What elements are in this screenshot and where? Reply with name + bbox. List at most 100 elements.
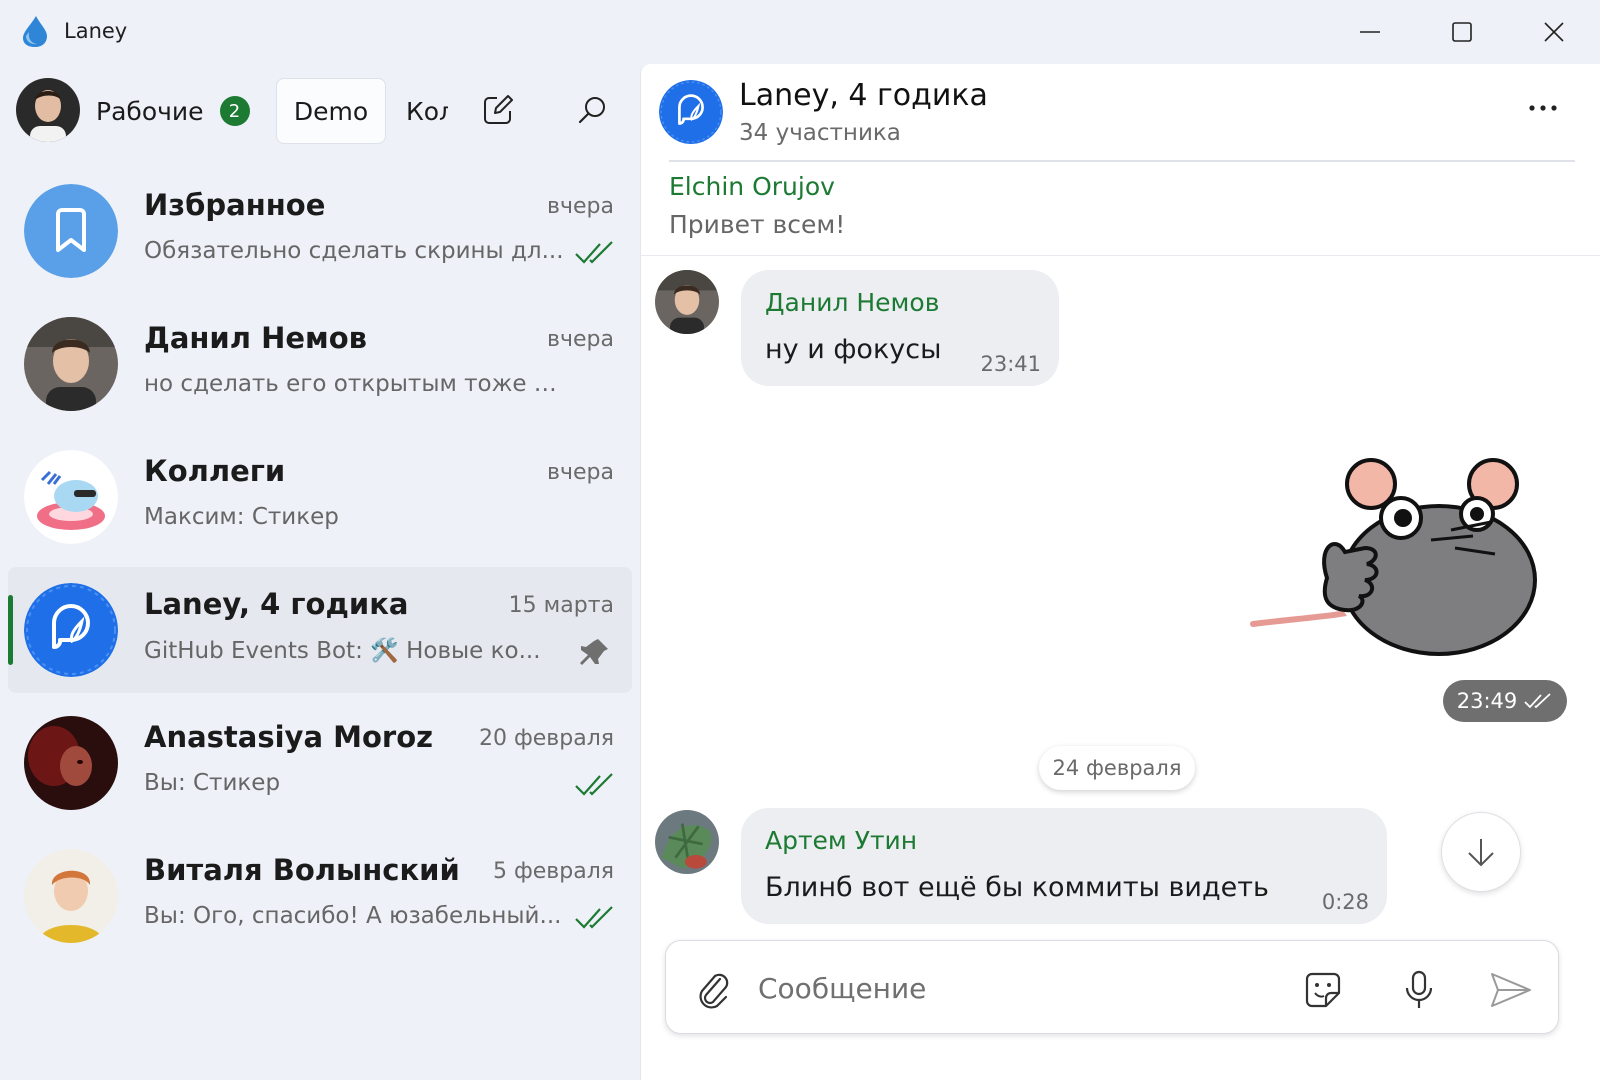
chat-preview: но сделать его открытым тоже оче... <box>144 371 564 397</box>
chat-item-colleagues[interactable]: Коллеги вчера Максим: Стикер <box>8 434 632 560</box>
chat-avatar <box>24 849 118 943</box>
scroll-to-bottom-button[interactable] <box>1441 812 1521 892</box>
chat-preview: GitHub Events Bot: 🛠️ Новые ко... <box>144 638 541 664</box>
message-text: ну и фокусы <box>765 334 942 365</box>
app-window: Laney Рабочие 2 Demo Кол Избранное вчера… <box>0 0 1600 1080</box>
avatar-photo <box>24 716 118 810</box>
laney-group-avatar <box>24 583 118 677</box>
search-button[interactable] <box>568 86 616 134</box>
app-title: Laney <box>64 19 128 43</box>
unread-badge: 2 <box>219 96 250 126</box>
chat-member-count: 34 участника <box>739 120 901 146</box>
chat-time: вчера <box>547 194 614 219</box>
message-time: 23:41 <box>980 352 1041 376</box>
pinned-message[interactable]: Elchin Orujov Привет всем! <box>641 162 1600 256</box>
voice-message-button[interactable] <box>1394 965 1444 1015</box>
maximize-button[interactable] <box>1432 10 1492 54</box>
close-button[interactable] <box>1524 10 1584 54</box>
sticker-icon <box>1305 972 1341 1008</box>
folder-tab-label: Demo <box>293 96 369 126</box>
chat-avatar <box>24 583 118 677</box>
more-dots-icon <box>1529 105 1557 111</box>
chat-item-danil[interactable]: Данил Немов вчера но сделать его открыты… <box>8 301 632 427</box>
message-text: Блинб вот ещё бы коммиты видеть <box>765 872 1269 903</box>
microphone-icon <box>1405 970 1433 1008</box>
message-author: Данил Немов <box>765 288 940 317</box>
group-sticker-avatar <box>24 450 118 544</box>
message-input[interactable] <box>758 963 1278 1013</box>
chat-preview: Вы: Стикер <box>144 770 281 796</box>
pinned-author: Elchin Orujov <box>669 172 835 201</box>
chat-name: Laney, 4 годика <box>144 587 409 621</box>
send-icon <box>1491 973 1531 1007</box>
message-time: 23:49 <box>1456 689 1518 713</box>
minimize-icon <box>1360 31 1380 33</box>
sender-avatar[interactable] <box>655 270 719 334</box>
chat-avatar <box>24 450 118 544</box>
chat-time: 15 марта <box>508 593 614 618</box>
laney-group-avatar <box>659 80 723 144</box>
read-checks-icon <box>575 773 613 796</box>
read-checks-icon <box>1524 693 1551 709</box>
avatar-photo <box>24 849 118 943</box>
message-composer <box>665 940 1559 1034</box>
chat-preview: Обязательно сделать скрины дл... <box>144 238 564 264</box>
date-separator: 24 февраля <box>1039 746 1195 790</box>
pin-icon <box>580 639 608 665</box>
chat-name: Anastasiya Moroz <box>144 720 434 754</box>
conversation-panel: Laney, 4 годика 34 участника Elchin Oruj… <box>640 64 1600 1080</box>
chat-item-vitalya[interactable]: Виталя Волынский 5 февраля Вы: Ого, спас… <box>8 833 632 959</box>
title-bar: Laney <box>0 0 1600 64</box>
more-options-button[interactable] <box>1519 88 1567 128</box>
chat-name: Виталя Волынский <box>144 853 460 887</box>
message-bubble[interactable]: Данил Немов ну и фокусы 23:41 <box>741 270 1059 386</box>
chat-avatar <box>24 317 118 411</box>
sticker-button[interactable] <box>1298 965 1348 1015</box>
folder-bar: Рабочие 2 Demo Кол <box>0 64 640 158</box>
chat-name: Коллеги <box>144 454 286 488</box>
account-avatar[interactable] <box>16 78 80 142</box>
chat-name: Данил Немов <box>144 321 368 355</box>
chat-time: вчера <box>547 460 614 485</box>
chat-header-avatar <box>659 80 723 144</box>
chat-item-anastasiya[interactable]: Anastasiya Moroz 20 февраля Вы: Стикер <box>8 700 632 826</box>
read-checks-icon <box>575 241 613 264</box>
compose-button[interactable] <box>474 86 522 134</box>
folder-tab-label: Кол <box>406 96 448 126</box>
paperclip-icon <box>699 973 729 1009</box>
folder-tab-demo[interactable]: Demo <box>276 78 386 144</box>
chat-time: вчера <box>547 327 614 352</box>
folder-tab-colleagues[interactable]: Кол <box>406 78 448 144</box>
folder-tab-work[interactable]: Рабочие 2 <box>96 78 250 144</box>
pinned-text: Привет всем! <box>669 210 846 239</box>
arrow-down-icon <box>1468 839 1494 867</box>
message-author: Артем Утин <box>765 826 918 855</box>
send-button[interactable] <box>1486 965 1536 1015</box>
folder-tab-label: Рабочие <box>96 96 204 126</box>
chat-preview: Вы: Ого, спасибо! А юзабельный... <box>144 903 562 929</box>
rat-sticker[interactable] <box>1241 448 1561 668</box>
chat-time: 20 февраля <box>478 726 614 751</box>
chat-time: 5 февраля <box>492 859 614 884</box>
chat-avatar <box>24 184 118 278</box>
message-bubble[interactable]: Артем Утин Блинб вот ещё бы коммиты виде… <box>741 808 1387 924</box>
avatar-photo <box>24 317 118 411</box>
active-indicator <box>8 595 13 665</box>
chat-avatar <box>24 716 118 810</box>
maximize-icon <box>1452 22 1472 42</box>
minimize-button[interactable] <box>1340 10 1400 54</box>
chat-item-saved[interactable]: Избранное вчера Обязательно сделать скри… <box>8 168 632 294</box>
avatar-photo <box>655 810 719 874</box>
bookmark-icon <box>24 184 118 278</box>
sticker-time-badge: 23:49 <box>1443 680 1567 722</box>
laney-logo-icon <box>23 16 47 47</box>
compose-icon <box>484 95 513 124</box>
chat-header[interactable]: Laney, 4 годика 34 участника <box>641 64 1600 160</box>
avatar-photo <box>655 270 719 334</box>
sidebar: Рабочие 2 Demo Кол Избранное вчера Обяза… <box>0 64 640 1080</box>
search-icon <box>578 97 605 124</box>
chat-name: Избранное <box>144 188 326 222</box>
attach-button[interactable] <box>690 965 738 1013</box>
sender-avatar[interactable] <box>655 810 719 874</box>
chat-item-laney[interactable]: Laney, 4 годика 15 марта GitHub Events B… <box>8 567 632 693</box>
